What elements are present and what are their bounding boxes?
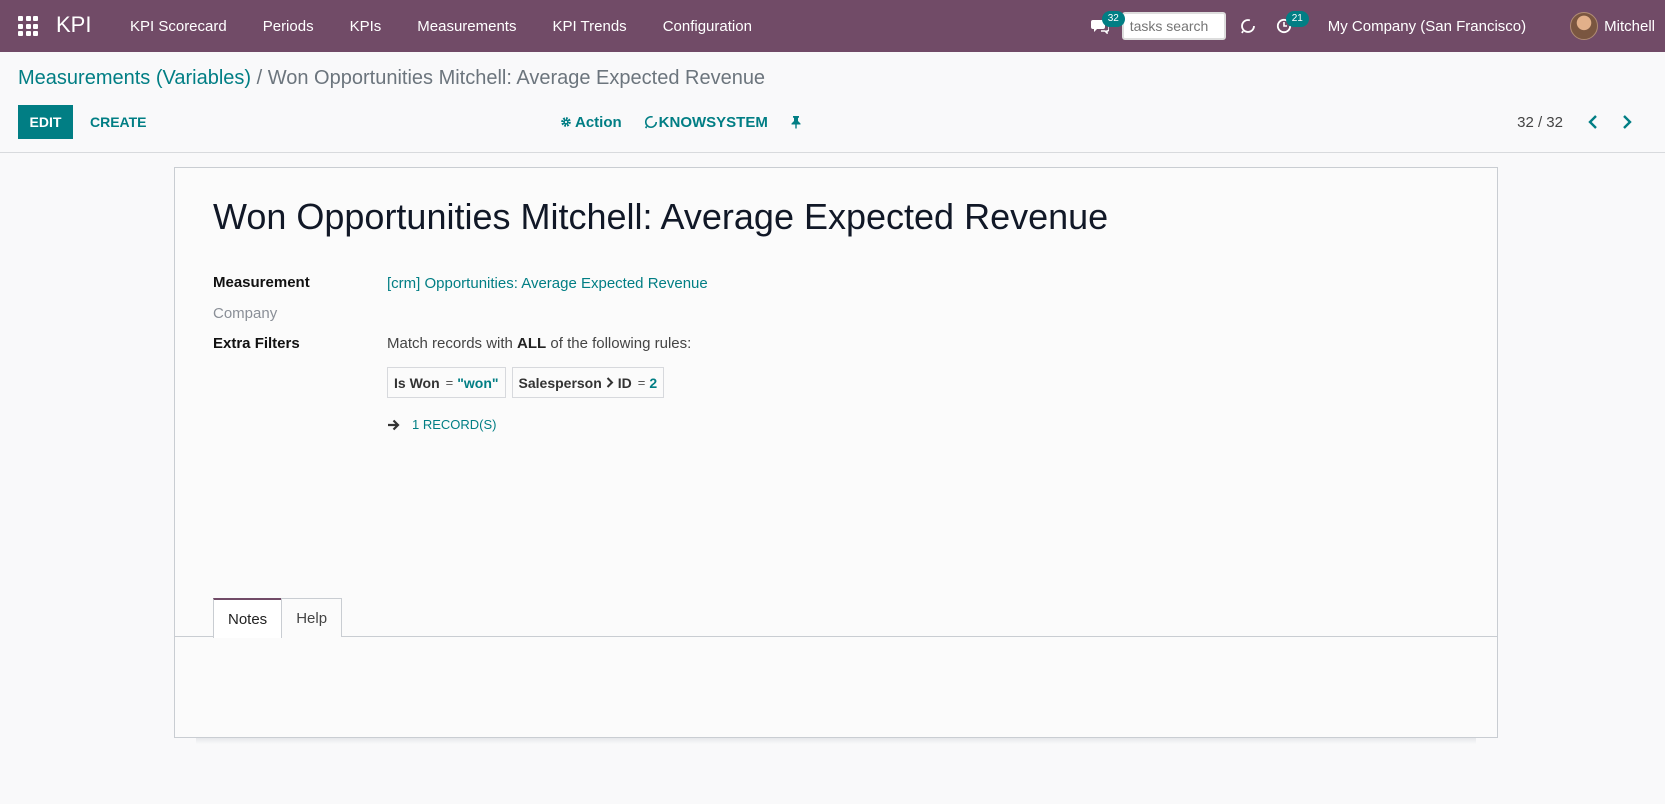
records-count-label: 1 RECORD(S) — [412, 417, 497, 432]
breadcrumb-current: Won Opportunities Mitchell: Average Expe… — [267, 67, 766, 89]
company-label: Company — [213, 305, 278, 322]
gear-icon — [561, 117, 571, 127]
action-menu-button[interactable]: Action — [560, 114, 622, 131]
edit-button[interactable]: EDIT — [18, 105, 73, 139]
apps-menu-icon[interactable] — [18, 16, 38, 36]
filter-rule: Is Won = "won" — [387, 367, 506, 398]
pager-value[interactable]: 32 / 32 — [1517, 114, 1563, 131]
filter-intro-after: of the following rules: — [550, 335, 692, 352]
activities-button[interactable]: 21 — [1266, 0, 1309, 52]
menu-kpi-trends[interactable]: KPI Trends — [534, 18, 644, 35]
user-menu[interactable]: Mitchell — [1570, 12, 1655, 40]
filter-value: "won" — [457, 374, 499, 391]
messages-button[interactable]: 32 — [1082, 0, 1125, 52]
main-menu: KPI Scorecard Periods KPIs Measurements … — [112, 0, 770, 52]
menu-measurements[interactable]: Measurements — [399, 18, 534, 35]
action-label: Action — [575, 113, 622, 131]
extra-filters-label: Extra Filters — [213, 335, 300, 352]
filter-rule: Salesperson ID = 2 — [511, 367, 665, 398]
control-panel: Measurements (Variables) / Won Opportuni… — [0, 52, 1665, 153]
tasks-search-input[interactable] — [1121, 12, 1226, 40]
records-link[interactable]: 1 RECORD(S) — [387, 417, 497, 432]
filter-subfield: ID — [617, 374, 632, 391]
tab-help[interactable]: Help — [281, 598, 343, 637]
sheet-shadow — [196, 738, 1476, 744]
breadcrumb: Measurements (Variables) / Won Opportuni… — [18, 67, 765, 90]
filter-field: Salesperson — [518, 374, 602, 391]
tabs-divider — [175, 636, 1497, 637]
measurement-label: Measurement — [213, 274, 310, 291]
pager-previous-button[interactable] — [1579, 108, 1607, 136]
knowsystem-button[interactable]: KNOWSYSTEM — [644, 114, 768, 131]
record-title: Won Opportunities Mitchell: Average Expe… — [213, 196, 1109, 237]
notebook-tabs: Notes Help — [213, 598, 343, 638]
pager: 32 / 32 — [1517, 105, 1641, 139]
arrow-right-icon — [387, 419, 400, 431]
activities-count-badge: 21 — [1285, 11, 1309, 27]
menu-kpi-scorecard[interactable]: KPI Scorecard — [112, 18, 245, 35]
breadcrumb-separator: / — [256, 67, 263, 89]
app-brand[interactable]: KPI — [56, 12, 91, 38]
filter-intro-before: Match records with — [387, 335, 513, 352]
domain-filters: Is Won = "won" Salesperson ID = 2 — [387, 367, 670, 398]
top-navbar: KPI KPI Scorecard Periods KPIs Measureme… — [0, 0, 1665, 52]
chevron-left-icon — [1588, 115, 1597, 129]
form-sheet: Won Opportunities Mitchell: Average Expe… — [174, 167, 1498, 738]
user-name: Mitchell — [1604, 17, 1655, 35]
chevron-right-icon — [606, 377, 614, 388]
pin-button[interactable] — [790, 115, 802, 129]
filter-field: Is Won — [394, 374, 440, 391]
filter-intro-all: ALL — [517, 335, 547, 352]
menu-configuration[interactable]: Configuration — [645, 18, 770, 35]
refresh-icon — [1240, 19, 1255, 34]
pin-icon — [791, 116, 801, 129]
menu-periods[interactable]: Periods — [245, 18, 332, 35]
refresh-icon — [644, 115, 657, 129]
company-switcher[interactable]: My Company (San Francisco) — [1328, 18, 1526, 35]
filter-operator: = — [637, 375, 646, 390]
pager-next-button[interactable] — [1613, 108, 1641, 136]
action-bar: Action KNOWSYSTEM — [560, 105, 824, 139]
menu-kpis[interactable]: KPIs — [332, 18, 400, 35]
tab-notes[interactable]: Notes — [213, 598, 283, 638]
knowsystem-label: KNOWSYSTEM — [658, 113, 768, 131]
breadcrumb-parent-link[interactable]: Measurements (Variables) — [18, 67, 251, 89]
systray: 32 21 My Company (San Francisco) Mitchel… — [1082, 0, 1665, 52]
filter-operator: = — [445, 375, 454, 390]
chevron-right-icon — [1623, 115, 1632, 129]
avatar — [1570, 12, 1599, 40]
knowsystem-tray-button[interactable] — [1230, 0, 1266, 52]
measurement-value-link[interactable]: [crm] Opportunities: Average Expected Re… — [387, 275, 708, 292]
messages-count-badge: 32 — [1101, 11, 1125, 27]
filter-value: 2 — [649, 374, 658, 391]
create-button[interactable]: CREATE — [82, 105, 155, 139]
filter-intro: Match records with ALL of the following … — [387, 335, 691, 352]
